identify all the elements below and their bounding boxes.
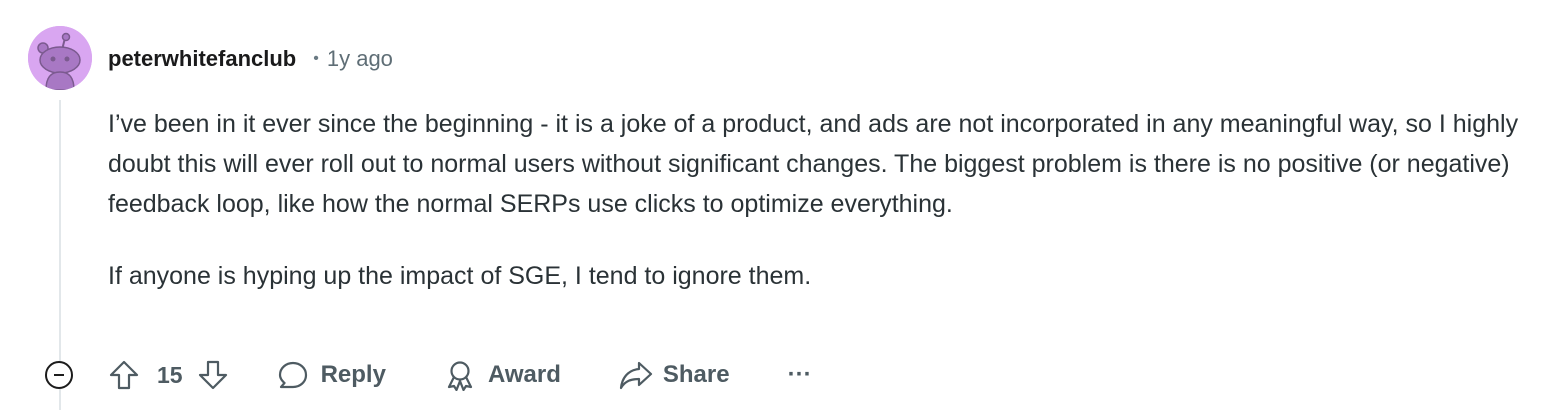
timestamp[interactable]: 1y ago	[327, 46, 393, 72]
award-button[interactable]: Award	[444, 359, 561, 391]
downvote-button[interactable]	[197, 359, 229, 391]
reply-label: Reply	[320, 361, 386, 388]
speech-bubble-icon	[278, 361, 307, 389]
comment-action-bar: 15 Reply Award Share ···	[108, 356, 812, 394]
reply-button[interactable]: Reply	[277, 359, 386, 391]
comment-meta: peterwhitefanclub • 1y ago	[108, 44, 393, 74]
meta-separator: •	[313, 50, 319, 67]
author-username[interactable]: peterwhitefanclub	[108, 46, 296, 72]
award-label: Award	[487, 361, 561, 388]
comment-paragraph: I’ve been in it ever since the beginning…	[108, 110, 1519, 218]
ellipsis-icon: ···	[787, 361, 812, 388]
vote-score: 15	[157, 361, 183, 388]
more-options-button[interactable]: ···	[788, 361, 812, 389]
comment-body: I’ve been in it ever since the beginning…	[108, 104, 1528, 296]
share-arrow-icon	[619, 361, 652, 390]
upvote-button[interactable]	[108, 359, 140, 391]
arrow-up-icon	[109, 360, 139, 390]
reddit-snoo-avatar-icon	[28, 26, 92, 90]
award-ribbon-icon	[447, 361, 473, 391]
share-button[interactable]: Share	[619, 359, 730, 391]
comment-paragraph: If anyone is hyping up the impact of SGE…	[108, 262, 812, 290]
collapse-thread-button[interactable]	[45, 361, 73, 389]
share-label: Share	[662, 361, 730, 388]
avatar[interactable]	[28, 26, 92, 90]
arrow-down-icon	[198, 360, 227, 390]
